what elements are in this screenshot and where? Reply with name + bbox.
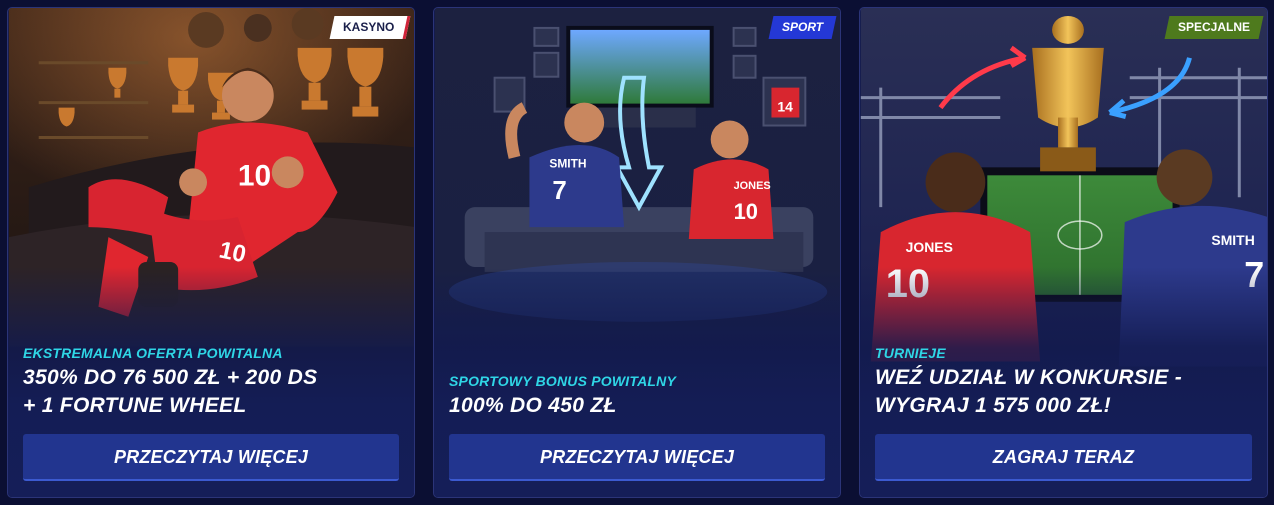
promo-title: 100% DO 450 ZŁ — [449, 392, 825, 420]
left-player-name: SMITH — [549, 156, 586, 170]
right-player-name: JONES — [734, 180, 771, 192]
left-player-name: JONES — [906, 239, 953, 255]
promo-title-line-1: WEŹ UDZIAŁ W KONKURSIE - — [875, 366, 1183, 389]
category-badge-sport: SPORT — [768, 16, 837, 39]
category-badge-special: SPECJALNE — [1164, 16, 1264, 39]
promo-subtitle: EKSTREMALNA OFERTA POWITALNA — [23, 345, 283, 361]
promo-title-line-2: + 1 FORTUNE WHEEL — [23, 394, 247, 417]
right-player-name: SMITH — [1211, 232, 1254, 248]
promo-title: 350% DO 76 500 ZŁ + 200 DS + 1 FORTUNE W… — [23, 364, 399, 420]
promo-title-line-2: WYGRAJ 1 575 000 ZŁ! — [875, 394, 1111, 417]
read-more-button[interactable]: PRZECZYTAJ WIĘCEJ — [449, 434, 825, 481]
category-badge-casino: KASYNO — [329, 16, 411, 39]
promo-title: WEŹ UDZIAŁ W KONKURSIE - WYGRAJ 1 575 00… — [875, 364, 1252, 420]
promo-card-casino[interactable]: 10 10 KASYNO EKSTREMALNA OFERTA POWITALN… — [7, 7, 415, 498]
shorts-number: 10 — [217, 236, 249, 268]
promo-title-line-1: 350% DO 76 500 ZŁ + 200 DS — [23, 366, 318, 389]
play-now-button[interactable]: ZAGRAJ TERAZ — [875, 434, 1252, 481]
poster-number: 14 — [777, 99, 793, 115]
left-player-number: 7 — [552, 177, 566, 205]
promo-title-line-1: 100% DO 450 ZŁ — [449, 394, 617, 417]
promo-card-special[interactable]: JONES 10 SMITH 7 SPECJALNE TURNIEJE WEŹ … — [859, 7, 1268, 498]
jersey-number: 10 — [238, 159, 271, 192]
promo-card-sport[interactable]: 14 SMITH 7 JONES 10 SPORT SPORTOWY BONUS… — [433, 7, 841, 498]
right-player-number: 10 — [734, 199, 758, 224]
tv-screen — [570, 29, 710, 104]
promo-subtitle: TURNIEJE — [875, 345, 946, 361]
read-more-button[interactable]: PRZECZYTAJ WIĘCEJ — [23, 434, 399, 481]
promo-subtitle: SPORTOWY BONUS POWITALNY — [449, 373, 677, 389]
